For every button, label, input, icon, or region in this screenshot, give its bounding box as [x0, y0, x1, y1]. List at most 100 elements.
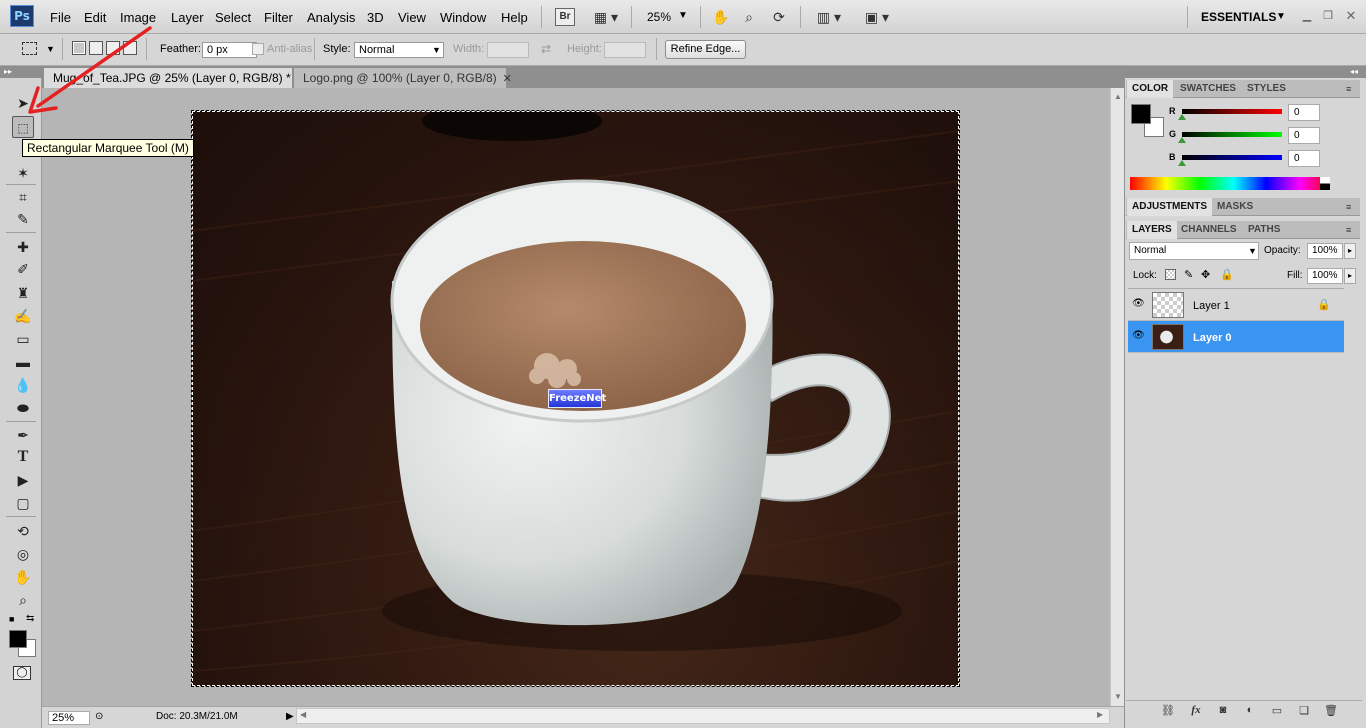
red-slider-thumb[interactable]	[1178, 114, 1186, 120]
red-value-input[interactable]: 0	[1288, 104, 1320, 121]
add-mask-icon[interactable]: ◙	[1215, 704, 1231, 716]
menu-layer[interactable]: Layer	[171, 10, 204, 25]
chevron-down-icon[interactable]: ▼	[678, 10, 688, 21]
tab-channels[interactable]: CHANNELS	[1176, 221, 1242, 239]
panel-dock-header[interactable]	[1124, 66, 1366, 78]
status-menu-arrow-icon[interactable]: ▶	[286, 711, 294, 722]
menu-edit[interactable]: Edit	[84, 10, 106, 25]
restore-icon[interactable]: ❐	[1321, 9, 1335, 23]
layer-style-icon[interactable]: fx	[1188, 704, 1204, 716]
clone-stamp-tool-icon[interactable]: ♜	[12, 282, 34, 304]
visibility-eye-icon[interactable]: 👁	[1132, 331, 1145, 341]
path-selection-tool-icon[interactable]: ▶	[12, 469, 34, 491]
rotate-view-icon[interactable]: ⟳	[770, 7, 788, 27]
adjustment-layer-icon[interactable]: ◐	[1242, 704, 1258, 716]
tab-swatches[interactable]: SWATCHES	[1175, 80, 1241, 98]
arrange-documents-icon[interactable]: ▥ ▾	[812, 7, 846, 27]
hand-tool-icon[interactable]: ✋	[12, 566, 34, 588]
eraser-tool-icon[interactable]: ▭	[12, 328, 34, 350]
menu-help[interactable]: Help	[501, 10, 528, 25]
layer-name[interactable]: Layer 1	[1193, 300, 1230, 312]
mini-bridge-icon[interactable]: ▦ ▾	[590, 7, 622, 27]
green-value-input[interactable]: 0	[1288, 127, 1320, 144]
menu-image[interactable]: Image	[120, 10, 156, 25]
chevron-down-icon[interactable]: ▼	[432, 45, 441, 55]
lock-transparent-icon[interactable]	[1165, 269, 1176, 280]
3d-orbit-tool-icon[interactable]: ◎	[12, 543, 34, 565]
tab-masks[interactable]: MASKS	[1212, 198, 1258, 216]
style-select[interactable]: Normal	[354, 42, 444, 58]
blur-tool-icon[interactable]: 💧	[12, 374, 34, 396]
chevron-down-icon[interactable]: ▼	[1248, 246, 1257, 256]
status-info-icon[interactable]: ⊙	[95, 711, 103, 722]
menu-3d[interactable]: 3D	[367, 10, 384, 25]
tab-color[interactable]: COLOR	[1127, 80, 1174, 98]
eyedropper-tool-icon[interactable]: ✎	[12, 208, 34, 230]
tab-adjustments[interactable]: ADJUSTMENTS	[1127, 198, 1213, 216]
zoom-tool-icon[interactable]: ⌕	[740, 7, 758, 27]
hand-tool-icon[interactable]: ✋	[712, 7, 730, 27]
screen-mode-icon[interactable]: ▣ ▾	[860, 7, 894, 27]
menu-analysis[interactable]: Analysis	[307, 10, 355, 25]
link-layers-icon[interactable]: ⛓	[1160, 704, 1176, 717]
opacity-input[interactable]: 100%	[1307, 243, 1343, 259]
scroll-right-icon[interactable]: ▶	[1097, 710, 1103, 719]
lock-image-icon[interactable]: ✎	[1184, 268, 1193, 281]
swap-colors-icon[interactable]: ⇆	[26, 613, 34, 624]
healing-brush-tool-icon[interactable]: ✚	[12, 236, 34, 258]
opacity-slider-arrow-icon[interactable]: ▸	[1344, 243, 1356, 259]
green-slider[interactable]	[1182, 132, 1282, 137]
menu-select[interactable]: Select	[215, 10, 251, 25]
menu-filter[interactable]: Filter	[264, 10, 293, 25]
tab-styles[interactable]: STYLES	[1242, 80, 1291, 98]
zoom-tool-icon[interactable]: ⌕	[12, 589, 34, 611]
history-brush-tool-icon[interactable]: ✍	[12, 305, 34, 327]
rectangle-shape-tool-icon[interactable]: ▢	[12, 492, 34, 514]
layer-name[interactable]: Layer 0	[1193, 332, 1232, 344]
feather-input[interactable]: 0 px	[202, 42, 257, 58]
tab-logo[interactable]: Logo.png @ 100% (Layer 0, RGB/8) ✕	[294, 68, 512, 88]
gradient-tool-icon[interactable]: ▬	[12, 351, 34, 373]
status-zoom-field[interactable]: 25%	[48, 711, 90, 725]
dodge-tool-icon[interactable]: ⬬	[12, 397, 34, 419]
3d-rotate-tool-icon[interactable]: ⟲	[12, 520, 34, 542]
menu-view[interactable]: View	[398, 10, 426, 25]
blue-slider[interactable]	[1182, 155, 1282, 160]
delete-layer-icon[interactable]: 🗑	[1323, 704, 1339, 717]
minimize-icon[interactable]: ▁	[1300, 9, 1314, 23]
magic-wand-tool-icon[interactable]: ✶	[12, 162, 34, 184]
bridge-icon[interactable]: Br	[555, 8, 575, 26]
brush-tool-icon[interactable]: ✐	[12, 258, 34, 280]
quick-mask-icon[interactable]: ◯	[13, 666, 31, 680]
black-white-ramp[interactable]	[1320, 177, 1330, 190]
tab-layers[interactable]: LAYERS	[1127, 221, 1177, 239]
lock-all-icon[interactable]: 🔒	[1220, 268, 1234, 281]
horizontal-scrollbar[interactable]: ◀ ▶	[296, 708, 1110, 724]
tab-paths[interactable]: PATHS	[1243, 221, 1285, 239]
crop-tool-icon[interactable]: ⌗	[12, 186, 34, 208]
new-group-icon[interactable]: ▭	[1269, 704, 1285, 717]
color-spectrum-ramp[interactable]	[1130, 177, 1330, 190]
blue-slider-thumb[interactable]	[1178, 160, 1186, 166]
scroll-down-icon[interactable]: ▼	[1114, 692, 1122, 701]
panel-menu-icon[interactable]: ≡	[1346, 84, 1351, 94]
lock-position-icon[interactable]: ✥	[1201, 268, 1210, 281]
blend-mode-select[interactable]: Normal	[1129, 242, 1259, 260]
scroll-up-icon[interactable]: ▲	[1114, 92, 1122, 101]
workspace-switcher[interactable]: ESSENTIALS	[1201, 10, 1276, 24]
menu-file[interactable]: File	[50, 10, 71, 25]
blue-value-input[interactable]: 0	[1288, 150, 1320, 167]
default-colors-icon[interactable]: ■	[9, 614, 14, 624]
panel-menu-icon[interactable]: ≡	[1346, 202, 1351, 212]
chevron-down-icon[interactable]: ▼	[1276, 11, 1286, 22]
menu-window[interactable]: Window	[440, 10, 486, 25]
green-slider-thumb[interactable]	[1178, 137, 1186, 143]
vertical-scrollbar[interactable]: ▲ ▼	[1110, 88, 1124, 706]
scroll-left-icon[interactable]: ◀	[300, 710, 306, 719]
anti-alias-checkbox[interactable]	[252, 43, 264, 55]
pen-tool-icon[interactable]: ✒	[12, 424, 34, 446]
visibility-eye-icon[interactable]: 👁	[1132, 299, 1145, 309]
type-tool-icon[interactable]: T	[12, 446, 34, 468]
fill-slider-arrow-icon[interactable]: ▸	[1344, 268, 1356, 284]
red-slider[interactable]	[1182, 109, 1282, 114]
